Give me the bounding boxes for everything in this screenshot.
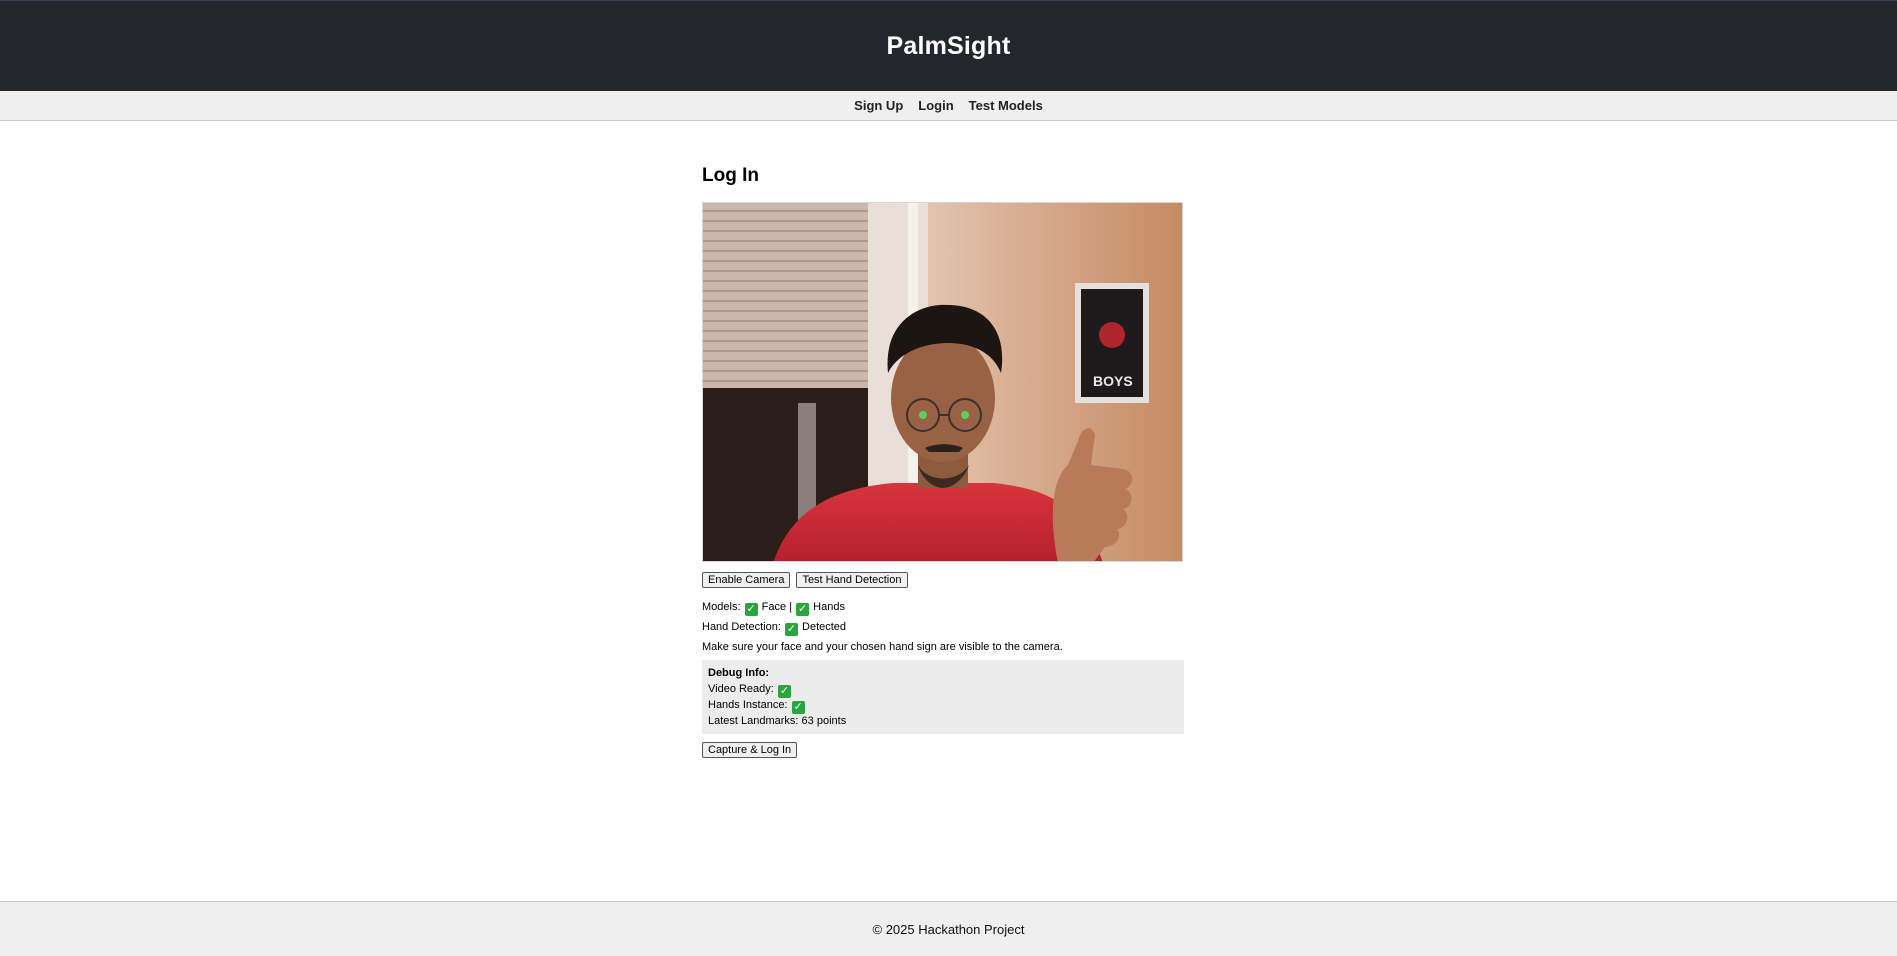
app-header: PalmSight <box>0 0 1897 91</box>
hand-detection-status: Hand Detection: ✓ Detected <box>702 621 846 636</box>
instruction-text: Make sure your face and your chosen hand… <box>702 641 1063 653</box>
login-section: Log In BOYS Enable Camera Test Hand Dete… <box>702 160 1184 758</box>
latest-landmarks: Latest Landmarks: 63 points <box>708 715 847 727</box>
video-ready-row: Video Ready: ✓ <box>708 681 1178 698</box>
models-status: Models: ✓ Face | ✓ Hands <box>702 601 845 616</box>
check-icon: ✓ <box>796 603 810 616</box>
models-label: Models: <box>702 601 741 613</box>
camera-controls: Enable Camera Test Hand Detection <box>702 572 908 588</box>
check-icon: ✓ <box>784 623 798 636</box>
detected-label: Detected <box>802 621 847 633</box>
page-title: Log In <box>702 165 759 186</box>
video-ready-label: Video Ready: <box>708 683 774 695</box>
webcam-feed-image: BOYS <box>703 203 1182 561</box>
nav-sign-up-link[interactable]: Sign Up <box>854 98 903 113</box>
nav-login-link[interactable]: Login <box>918 98 953 113</box>
hands-label: Hands <box>813 601 845 613</box>
login-controls: Capture & Log In <box>702 742 798 758</box>
enable-camera-button[interactable]: Enable Camera <box>702 572 791 588</box>
page-footer: © 2025 Hackathon Project <box>0 901 1897 956</box>
hands-instance-row: Hands Instance: ✓ <box>708 697 1178 714</box>
nav-test-models-link[interactable]: Test Models <box>969 98 1043 113</box>
debug-title: Debug Info: <box>708 667 770 679</box>
footer-text: © 2025 Hackathon Project <box>872 921 1025 937</box>
webcam-video: BOYS <box>702 202 1183 562</box>
check-icon: ✓ <box>744 603 758 616</box>
face-label: Face <box>761 601 787 613</box>
nav-bar: Sign Up Login Test Models <box>0 91 1897 121</box>
debug-panel: Debug Info: Video Ready: ✓ Hands Instanc… <box>702 660 1184 734</box>
hand-detection-label: Hand Detection: <box>702 621 781 633</box>
hands-instance-label: Hands Instance: <box>708 699 788 711</box>
test-hand-detection-button[interactable]: Test Hand Detection <box>796 572 908 588</box>
separator: | <box>789 601 793 613</box>
app-title: PalmSight <box>886 31 1011 60</box>
capture-login-button[interactable]: Capture & Log In <box>702 742 798 758</box>
svg-text:BOYS: BOYS <box>1093 373 1133 389</box>
